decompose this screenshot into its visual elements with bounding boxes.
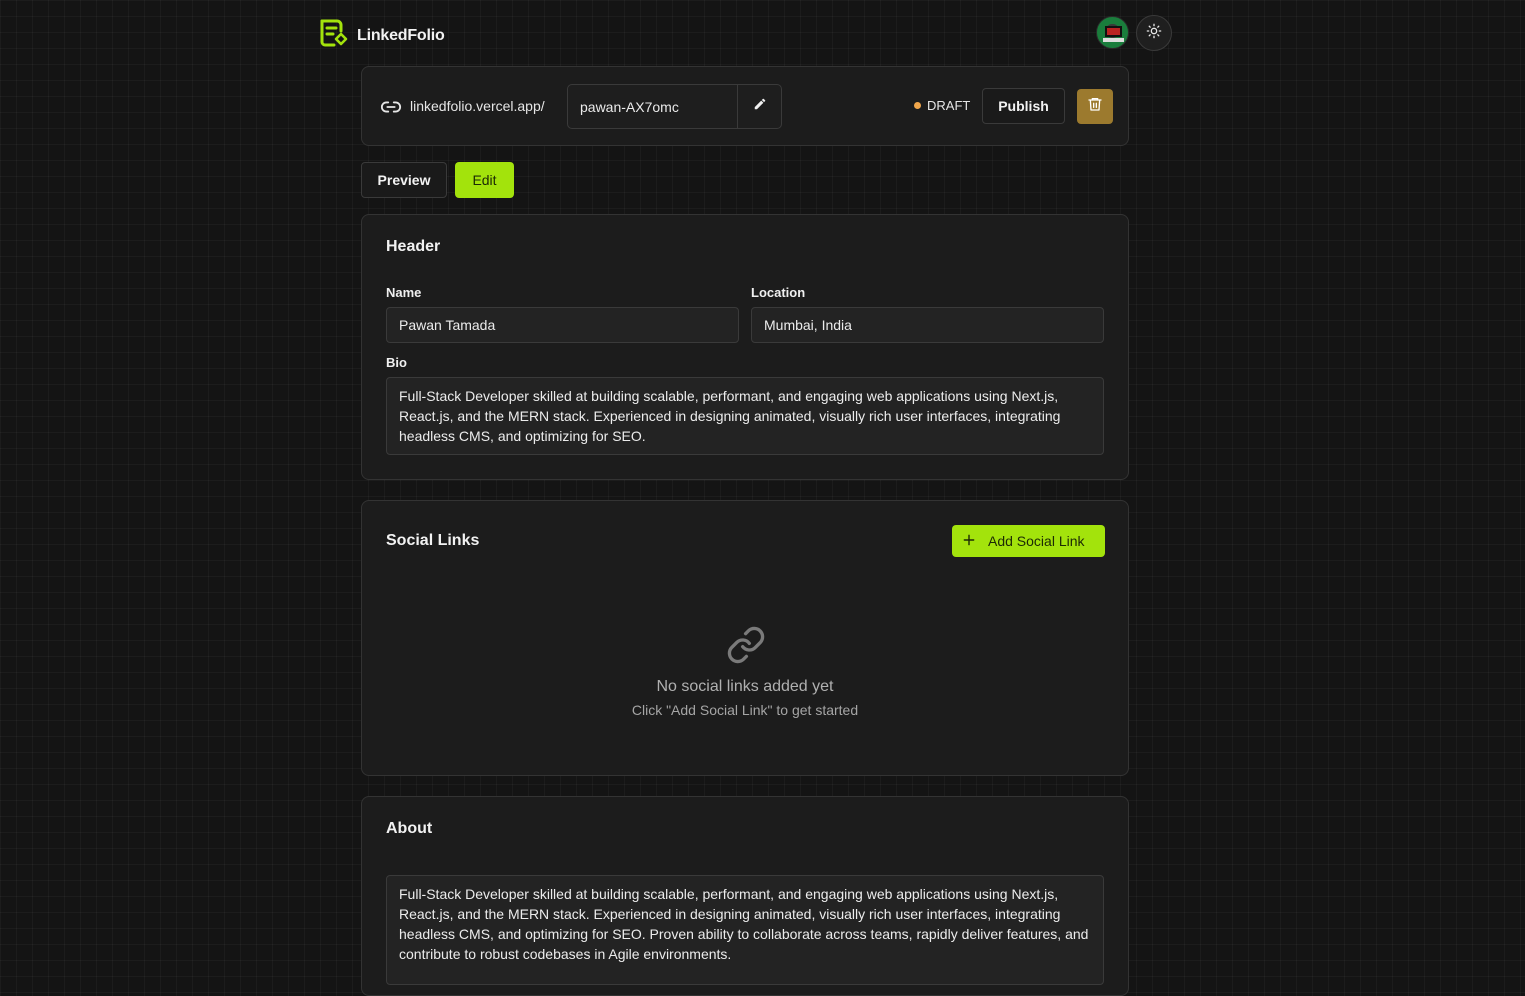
header-section: Header Name Pawan Tamada Location Mumbai…: [361, 214, 1129, 480]
url-bar: linkedfolio.vercel.app/ DRAFT Publish: [361, 66, 1129, 146]
logo-icon: [317, 17, 349, 54]
avatar[interactable]: [1096, 16, 1129, 49]
about-section: About Full-Stack Developer skilled at bu…: [361, 796, 1129, 996]
brand[interactable]: LinkedFolio: [317, 17, 445, 54]
slug-field: [567, 84, 782, 129]
slug-input[interactable]: [568, 85, 737, 128]
brand-name: LinkedFolio: [357, 26, 445, 44]
url-prefix: linkedfolio.vercel.app/: [410, 98, 545, 114]
social-links-title: Social Links: [386, 532, 480, 549]
bio-label: Bio: [386, 355, 407, 370]
pencil-icon: [753, 97, 767, 116]
social-links-section: Social Links Add Social Link No social l…: [361, 500, 1129, 776]
plus-icon: [962, 533, 976, 550]
publish-button[interactable]: Publish: [982, 88, 1065, 124]
delete-button[interactable]: [1077, 89, 1113, 124]
add-social-link-label: Add Social Link: [988, 533, 1085, 549]
sun-icon: [1146, 23, 1162, 44]
name-field[interactable]: Pawan Tamada: [386, 307, 739, 343]
link-icon: [380, 96, 402, 123]
tab-preview[interactable]: Preview: [361, 162, 447, 198]
about-section-title: About: [386, 820, 433, 837]
top-bar: LinkedFolio: [317, 15, 1174, 51]
about-textarea[interactable]: Full-Stack Developer skilled at building…: [386, 875, 1104, 985]
header-section-title: Header: [386, 238, 441, 255]
link-icon: [726, 625, 766, 670]
theme-toggle-button[interactable]: [1136, 15, 1172, 51]
location-field[interactable]: Mumbai, India: [751, 307, 1104, 343]
edit-slug-button[interactable]: [737, 85, 781, 128]
add-social-link-button[interactable]: Add Social Link: [952, 525, 1105, 557]
name-label: Name: [386, 285, 422, 300]
empty-state-subtitle: Click "Add Social Link" to get started: [631, 702, 859, 718]
bio-textarea[interactable]: Full-Stack Developer skilled at building…: [386, 377, 1104, 455]
status-badge: DRAFT: [914, 98, 970, 113]
empty-state-title: No social links added yet: [656, 678, 834, 695]
tab-edit[interactable]: Edit: [455, 162, 514, 198]
trash-icon: [1087, 96, 1103, 117]
status-label: DRAFT: [927, 98, 971, 113]
location-label: Location: [751, 285, 806, 300]
status-dot: [914, 102, 921, 109]
